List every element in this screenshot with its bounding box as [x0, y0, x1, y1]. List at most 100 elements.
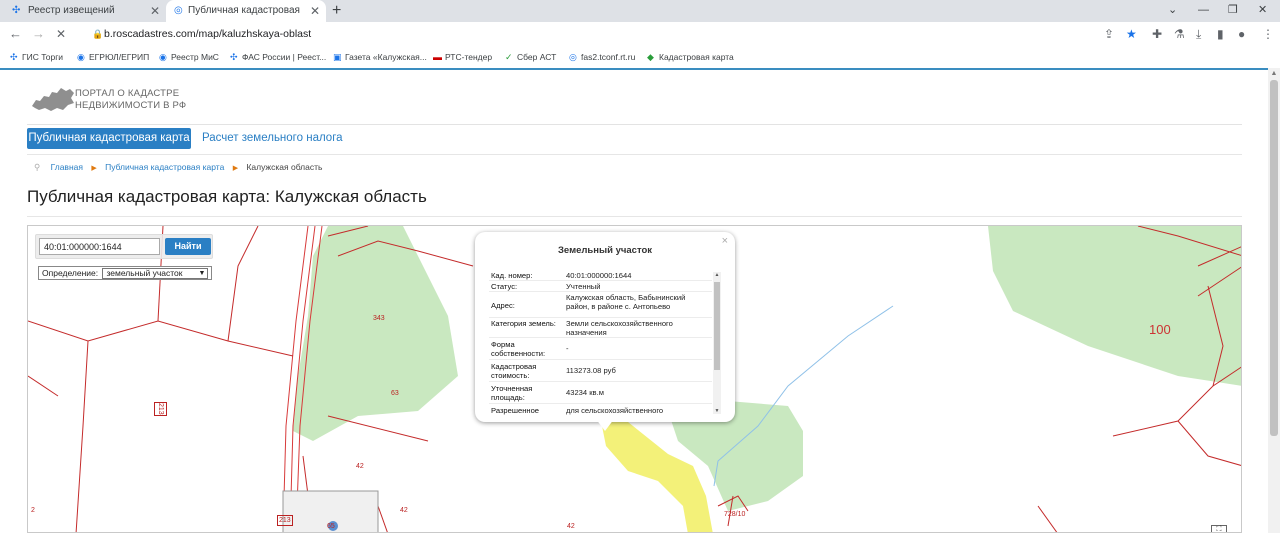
info-value: Калужская область, Бабынинский район, в … [566, 293, 686, 311]
parcel-label: 42 [567, 523, 575, 530]
bookmark-sber-ast[interactable]: ✓ Сбер АСТ [505, 50, 556, 64]
restore-button[interactable]: ❐ [1228, 0, 1238, 20]
info-row: Форма собственности: - [489, 338, 712, 360]
bookmarks-bar: ✣ ГИС Торги ◉ ЕГРЮЛ/ЕГРИП ◉ Реестр МиС ✣ ФАС… [0, 46, 1280, 68]
popup-scrollbar[interactable]: ▲ ▼ [713, 272, 721, 414]
popup-scroll-thumb[interactable] [714, 282, 720, 370]
bookmark-reestr-mis[interactable]: ◉ Реестр МиС [159, 50, 219, 64]
egrul-icon: ◉ [77, 52, 85, 62]
close-window-button[interactable]: ✕ [1258, 0, 1267, 20]
land-plot-popup: × Земельный участок Кад. номер: 40:01:00… [475, 232, 735, 422]
definition-select[interactable]: земельный участок ▼ [102, 268, 209, 279]
menu-icon[interactable]: ⋮ [1262, 25, 1274, 43]
divider [27, 154, 1242, 155]
minimize-button[interactable]: — [1198, 0, 1209, 20]
tab-title: Реестр извещений [28, 5, 115, 16]
breadcrumb-arrow-icon: ▶ [91, 165, 97, 172]
new-tab-button[interactable]: + [332, 0, 341, 22]
parcel-label: 728/10 [724, 511, 746, 518]
breadcrumb-home[interactable]: Главная [51, 162, 83, 172]
breadcrumb-current: Калужская область [246, 162, 323, 172]
tab-registry[interactable]: ✣ Реестр извещений ✕ [0, 0, 166, 22]
info-value: 113273.08 руб [566, 366, 616, 375]
tab-public-cadastral-map[interactable]: Публичная кадастровая карта [27, 128, 191, 149]
info-value: 43234 кв.м [566, 388, 604, 397]
info-key: Уточненная площадь: [491, 384, 533, 402]
parcel-label: 42 [400, 507, 408, 514]
cadastral-number-input[interactable] [39, 238, 160, 255]
popup-info-table: Кад. номер: 40:01:000000:1644 Статус: Уч… [489, 270, 712, 416]
newspaper-icon: ▣ [333, 52, 342, 62]
page-top-border [0, 68, 1268, 70]
tab-search-icon[interactable]: ⌄ [1168, 0, 1177, 20]
download-icon[interactable]: ⤓ [1196, 25, 1201, 43]
road-number-label: 213 [277, 515, 293, 526]
bookmark-cadastral-map[interactable]: ◆ Кадастровая карта [647, 50, 734, 64]
scrollbar-thumb[interactable] [1270, 80, 1278, 436]
parcel-label: 343 [373, 315, 385, 322]
info-row: Статус: Учтенный [489, 281, 712, 292]
info-value: Учтенный [566, 282, 601, 291]
popup-title: Земельный участок [557, 245, 653, 256]
breadcrumb-cadastral-map[interactable]: Публичная кадастровая карта [105, 162, 224, 172]
close-tab-icon[interactable]: ✕ [150, 0, 160, 22]
parcel-label: 42 [356, 463, 364, 470]
forward-icon[interactable]: → [32, 25, 45, 43]
info-value: 40:01:000000:1644 [566, 271, 632, 280]
rts-icon: ▬ [433, 52, 442, 62]
back-icon[interactable]: ← [9, 25, 22, 43]
info-key: Статус: [491, 282, 518, 291]
gis-torgi-icon: ✣ [12, 5, 21, 16]
map-icon: ◆ [647, 52, 654, 62]
tab-cadastral-map[interactable]: ◎ Публичная кадастровая карта: К ✕ [166, 0, 326, 22]
fullscreen-icon[interactable]: ⛶ [1211, 525, 1227, 532]
bookmark-fas[interactable]: ✣ ФАС России | Реест... [230, 50, 326, 64]
stop-loading-icon[interactable]: ✕ [56, 25, 66, 43]
address-bar: ← → ✕ 🔒 b.roscadastres.com/map/kaluzhska… [0, 22, 1280, 46]
search-panel: Найти [35, 234, 213, 259]
bookmark-rts-tender[interactable]: ▬ РТС-тендер [433, 50, 492, 64]
parcel-label: 63 [391, 390, 399, 397]
popup-pointer [596, 419, 614, 431]
breadcrumb: ⚲ Главная ▶ Публичная кадастровая карта … [34, 161, 322, 175]
info-key: Кад. номер: [491, 271, 533, 280]
share-icon[interactable]: ⇪ [1104, 25, 1114, 43]
tab-strip: ✣ Реестр извещений ✕ ◎ Публичная кадастр… [0, 0, 1280, 22]
globe-icon: ◎ [569, 52, 577, 62]
bookmark-gis-torgi[interactable]: ✣ ГИС Торги [10, 50, 63, 64]
url-field[interactable]: 🔒 b.roscadastres.com/map/kaluzhskaya-obl… [92, 25, 1147, 44]
close-tab-icon[interactable]: ✕ [310, 0, 320, 22]
extensions-icon[interactable]: ✚ [1152, 25, 1162, 43]
tab-title: Публичная кадастровая карта: К [188, 5, 302, 16]
bookmark-gazeta[interactable]: ▣ Газета «Калужская... [333, 50, 427, 64]
scroll-up-arrow[interactable]: ▲ [1268, 70, 1280, 77]
info-key: Категория земель: [491, 319, 556, 328]
info-key: Адрес: [491, 301, 515, 310]
side-panel-icon[interactable]: ▮ [1217, 25, 1224, 43]
info-row: Уточненная площадь: 43234 кв.м [489, 382, 712, 404]
scroll-down-arrow[interactable]: ▼ [713, 408, 721, 414]
bookmark-egrul[interactable]: ◉ ЕГРЮЛ/ЕГРИП [77, 50, 149, 64]
russia-map-logo[interactable] [30, 84, 76, 114]
location-pin-icon: ⚲ [34, 162, 41, 172]
flask-icon[interactable]: ⚗ [1174, 25, 1185, 43]
bookmark-star-icon[interactable]: ★ [1126, 25, 1137, 43]
loading-icon: ◎ [174, 5, 183, 16]
find-button[interactable]: Найти [165, 238, 211, 255]
profile-avatar-icon[interactable]: ● [1238, 25, 1245, 43]
info-row: Категория земель: Земли сельскохозяйстве… [489, 318, 712, 338]
info-row: Адрес: Калужская область, Бабынинский ра… [489, 292, 712, 318]
page-title: Публичная кадастровая карта: Калужская о… [27, 187, 427, 206]
parcel-label: 2 [31, 507, 35, 514]
portal-logo-text[interactable]: ПОРТАЛ О КАДАСТРЕ НЕДВИЖИМОСТИ В РФ [75, 88, 186, 112]
tab-land-tax-calculation[interactable]: Расчет земельного налога [202, 128, 343, 149]
scroll-up-arrow[interactable]: ▲ [713, 272, 721, 278]
bookmark-fas2[interactable]: ◎ fas2.tconf.rt.ru [569, 50, 635, 64]
url-text: b.roscadastres.com/map/kaluzhskaya-oblas… [104, 28, 312, 40]
sber-icon: ✓ [505, 52, 513, 62]
info-row: Кадастровая стоимость: 113273.08 руб [489, 360, 712, 382]
cadastral-map[interactable]: 343 63 42 42 42 213 65 2 100 728/10 213 … [27, 225, 1242, 533]
divider [27, 216, 1242, 217]
info-key: Кадастровая стоимость: [491, 362, 537, 380]
fas-icon: ✣ [230, 52, 238, 62]
